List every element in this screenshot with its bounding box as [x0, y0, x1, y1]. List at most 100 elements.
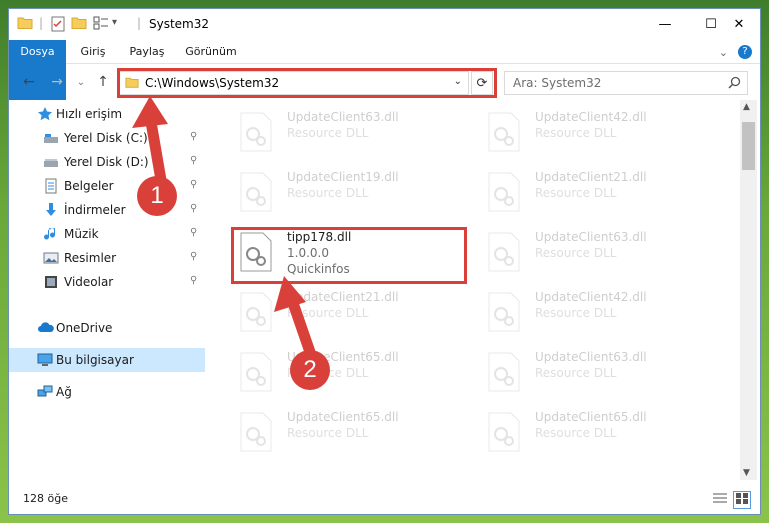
- file-item[interactable]: UpdateClient65.dll Resource DLL: [221, 404, 451, 464]
- network-icon: [37, 384, 53, 400]
- new-folder-icon[interactable]: [71, 16, 87, 32]
- star-icon: [37, 106, 53, 122]
- large-icons-view-icon[interactable]: [733, 491, 751, 509]
- file-item[interactable]: UpdateClient21.dll Resource DLL: [469, 164, 699, 224]
- download-icon: [43, 202, 59, 218]
- sidebar-item-network[interactable]: Ağ: [9, 380, 205, 404]
- sidebar-item-label: Yerel Disk (D:): [64, 155, 149, 169]
- view-toggle-icon[interactable]: [93, 16, 109, 32]
- close-button[interactable]: ✕: [716, 9, 762, 40]
- expand-ribbon-icon[interactable]: ⌄: [719, 46, 728, 59]
- sidebar-item-label: Resimler: [64, 251, 117, 265]
- search-placeholder: Ara: System32: [513, 76, 602, 90]
- customize-toolbar-icon[interactable]: ▾: [112, 17, 117, 33]
- scroll-up-icon[interactable]: ▲: [743, 102, 750, 112]
- address-highlight: [117, 68, 497, 98]
- sidebar-item-this-pc[interactable]: Bu bilgisayar: [9, 348, 205, 372]
- file-item[interactable]: UpdateClient63.dll Resource DLL: [469, 344, 699, 404]
- tab-home[interactable]: Giriş: [73, 40, 113, 64]
- sidebar-item-label: İndirmeler: [64, 203, 126, 217]
- file-list: UpdateClient63.dll Resource DLL UpdateCl…: [213, 100, 739, 480]
- sidebar-item-label: Belgeler: [64, 179, 114, 193]
- file-name: UpdateClient65.dll: [535, 410, 647, 424]
- file-description: Resource DLL: [287, 426, 369, 440]
- status-bar: 128 öğe: [9, 486, 760, 514]
- dll-file-icon: [487, 172, 527, 216]
- navigation-pane: Hızlı erişim Yerel Disk (C:) ⚲ Yerel Dis…: [9, 100, 205, 480]
- dll-file-icon: [487, 352, 527, 396]
- minimize-button[interactable]: —: [642, 9, 688, 40]
- documents-icon: [43, 178, 59, 194]
- pin-icon[interactable]: ⚲: [190, 131, 197, 142]
- sidebar-item-label: Müzik: [64, 227, 99, 241]
- file-name: UpdateClient63.dll: [535, 350, 647, 364]
- properties-icon[interactable]: [51, 16, 65, 32]
- back-button[interactable]: ←: [19, 72, 39, 92]
- file-item[interactable]: UpdateClient63.dll Resource DLL: [221, 104, 451, 164]
- window-title: System32: [149, 17, 210, 31]
- sidebar-item-pictures[interactable]: Resimler ⚲: [9, 246, 205, 270]
- scroll-down-icon[interactable]: ▼: [743, 468, 750, 478]
- details-view-icon[interactable]: [712, 492, 728, 508]
- pin-icon[interactable]: ⚲: [190, 275, 197, 286]
- file-description: Resource DLL: [287, 306, 369, 320]
- file-name: UpdateClient19.dll: [287, 170, 399, 184]
- pin-icon[interactable]: ⚲: [190, 203, 197, 214]
- recent-locations-button[interactable]: ⌄: [71, 72, 91, 92]
- videos-icon: [43, 274, 59, 290]
- dll-file-icon: [487, 412, 527, 456]
- file-description: Resource DLL: [535, 366, 617, 380]
- file-item[interactable]: UpdateClient42.dll Resource DLL: [469, 104, 699, 164]
- file-name: UpdateClient21.dll: [535, 170, 647, 184]
- forward-button[interactable]: →: [47, 72, 67, 92]
- tab-view[interactable]: Görünüm: [182, 40, 240, 64]
- sidebar-item-label: OneDrive: [56, 321, 113, 335]
- pin-icon[interactable]: ⚲: [190, 179, 197, 190]
- item-count: 128 öğe: [23, 492, 68, 505]
- sidebar-item-quick-access[interactable]: Hızlı erişim: [9, 102, 205, 126]
- sidebar-item-onedrive[interactable]: OneDrive: [9, 316, 205, 340]
- pin-icon[interactable]: ⚲: [190, 251, 197, 262]
- search-icon: [728, 76, 741, 92]
- file-name: UpdateClient42.dll: [535, 290, 647, 304]
- scroll-thumb[interactable]: [742, 122, 755, 170]
- navigation-bar: ← → ⌄ ↑ C:\Windows\System32 ⌄ ⟳ Ara: Sys…: [9, 64, 760, 100]
- file-item[interactable]: UpdateClient21.dll Resource DLL: [221, 284, 451, 344]
- search-box[interactable]: Ara: System32: [504, 71, 748, 95]
- file-item[interactable]: UpdateClient65.dll Resource DLL: [221, 344, 451, 404]
- sidebar-item-videos[interactable]: Videolar ⚲: [9, 270, 205, 294]
- file-description: Resource DLL: [535, 126, 617, 140]
- ribbon-tabs: Dosya Giriş Paylaş Görünüm ⌄ ?: [9, 40, 760, 100]
- step-2-badge: 2: [290, 350, 330, 390]
- file-description: Resource DLL: [287, 126, 369, 140]
- pin-icon[interactable]: ⚲: [190, 227, 197, 238]
- sidebar-item-label: Hızlı erişim: [56, 107, 123, 121]
- pictures-icon: [43, 250, 59, 266]
- up-button[interactable]: ↑: [93, 72, 113, 92]
- file-item[interactable]: UpdateClient42.dll Resource DLL: [469, 284, 699, 344]
- sidebar-item-label: Bu bilgisayar: [56, 353, 134, 367]
- tab-share[interactable]: Paylaş: [123, 40, 171, 64]
- drive-icon: [43, 154, 59, 170]
- dll-file-icon: [487, 292, 527, 336]
- file-name: UpdateClient63.dll: [535, 230, 647, 244]
- file-item[interactable]: UpdateClient19.dll Resource DLL: [221, 164, 451, 224]
- computer-icon: [37, 352, 53, 368]
- explorer-window: | ▾ | System32 — ☐ ✕ Dosya Giriş Paylaş …: [8, 8, 761, 515]
- file-item[interactable]: UpdateClient63.dll Resource DLL: [469, 224, 699, 284]
- file-description: Resource DLL: [287, 186, 369, 200]
- sidebar-item-music[interactable]: Müzik ⚲: [9, 222, 205, 246]
- pin-icon[interactable]: ⚲: [190, 155, 197, 166]
- sidebar-item-label: Ağ: [56, 385, 72, 399]
- help-icon[interactable]: ?: [738, 45, 752, 59]
- sidebar-item-drive-d[interactable]: Yerel Disk (D:) ⚲: [9, 150, 205, 174]
- dll-file-icon: [239, 112, 279, 156]
- dll-file-icon: [239, 352, 279, 396]
- file-item[interactable]: UpdateClient65.dll Resource DLL: [469, 404, 699, 464]
- music-icon: [43, 226, 59, 242]
- file-name: UpdateClient63.dll: [287, 110, 399, 124]
- sidebar-item-drive-c[interactable]: Yerel Disk (C:) ⚲: [9, 126, 205, 150]
- title-bar: | ▾ | System32 — ☐ ✕: [9, 9, 760, 40]
- separator: |: [39, 16, 44, 30]
- vertical-scrollbar[interactable]: ▲ ▼: [740, 100, 757, 480]
